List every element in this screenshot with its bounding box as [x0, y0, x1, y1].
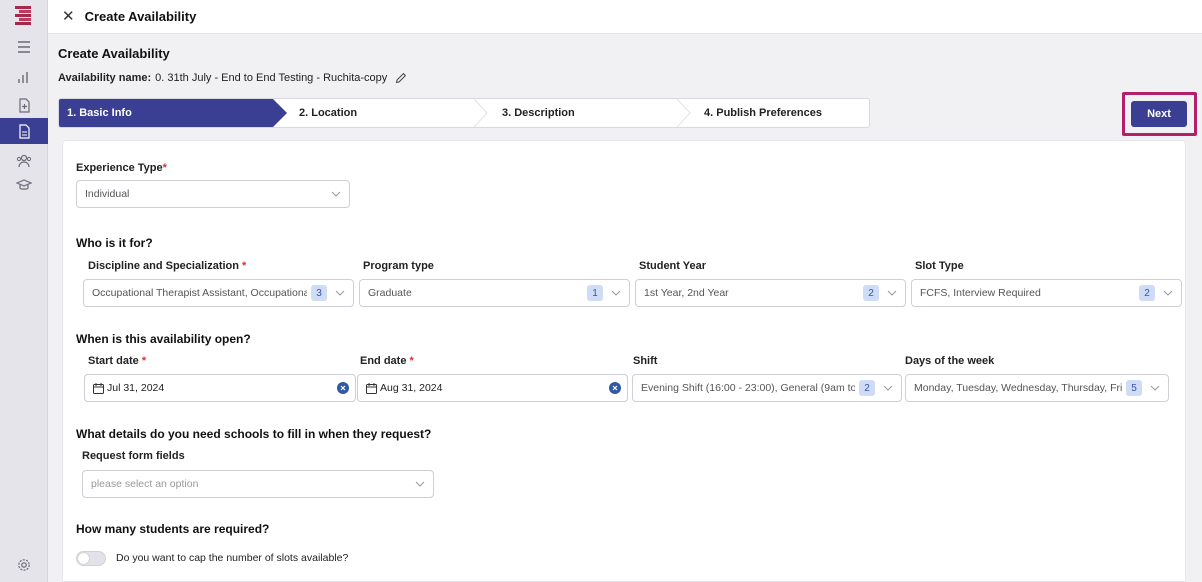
- document-icon[interactable]: [0, 118, 48, 144]
- details-section-title: What details do you need schools to fill…: [76, 427, 432, 441]
- next-button[interactable]: Next: [1131, 101, 1187, 127]
- chart-icon[interactable]: [14, 68, 34, 86]
- chevron-down-icon: [1161, 286, 1175, 300]
- page-title: Create Availability: [58, 46, 170, 61]
- shift-select[interactable]: Evening Shift (16:00 - 23:00), General (…: [632, 374, 902, 402]
- availability-name-value: 0. 31th July - End to End Testing - Ruch…: [155, 72, 388, 84]
- step-basic-info[interactable]: 1. Basic Info: [59, 99, 287, 127]
- count-badge: 3: [311, 285, 327, 301]
- document-plus-icon[interactable]: [14, 96, 34, 114]
- student-year-label: Student Year: [639, 260, 707, 272]
- chevron-down-icon: [609, 286, 623, 300]
- when-section-title: When is this availability open?: [76, 332, 251, 346]
- count-badge: 2: [863, 285, 879, 301]
- cap-slots-label: Do you want to cap the number of slots a…: [116, 552, 349, 564]
- settings-icon[interactable]: [14, 556, 34, 574]
- calendar-icon: [93, 382, 104, 394]
- students-section-title: How many students are required?: [76, 522, 270, 536]
- slot-type-label: Slot Type: [915, 260, 964, 272]
- count-badge: 5: [1126, 380, 1142, 396]
- step-description[interactable]: 3. Description: [502, 99, 692, 127]
- start-date-input[interactable]: Jul 31, 2024: [84, 374, 356, 402]
- window-title: Create Availability: [84, 9, 197, 24]
- clear-icon[interactable]: [609, 382, 621, 394]
- calendar-icon: [366, 382, 377, 394]
- request-fields-label: Request form fields: [82, 450, 185, 462]
- discipline-select[interactable]: Occupational Therapist Assistant, Occupa…: [83, 279, 354, 307]
- slot-type-select[interactable]: FCFS, Interview Required 2: [911, 279, 1182, 307]
- stepper: 1. Basic Info 2. Location 3. Description…: [58, 98, 870, 128]
- step-publish-preferences[interactable]: 4. Publish Preferences: [704, 99, 864, 127]
- form-card: Experience Type* Individual Who is it fo…: [62, 140, 1186, 582]
- chevron-down-icon: [885, 286, 899, 300]
- count-badge: 1: [587, 285, 603, 301]
- student-year-select[interactable]: 1st Year, 2nd Year 2: [635, 279, 906, 307]
- end-date-input[interactable]: Aug 31, 2024: [357, 374, 628, 402]
- request-fields-select[interactable]: please select an option: [82, 470, 434, 498]
- pencil-icon[interactable]: [395, 72, 407, 84]
- chevron-down-icon: [881, 381, 895, 395]
- toggle-knob: [78, 553, 89, 564]
- program-type-select[interactable]: Graduate 1: [359, 279, 630, 307]
- program-type-label: Program type: [363, 260, 434, 272]
- left-rail: [0, 0, 48, 582]
- chevron-down-icon: [1148, 381, 1162, 395]
- availability-name: Availability name: 0. 31th July - End to…: [58, 72, 407, 84]
- days-of-week-select[interactable]: Monday, Tuesday, Wednesday, Thursday, Fr…: [905, 374, 1169, 402]
- graduation-cap-icon[interactable]: [14, 176, 34, 194]
- chevron-down-icon: [333, 286, 347, 300]
- chevron-down-icon: [329, 187, 343, 201]
- experience-type-label: Experience Type*: [76, 162, 167, 174]
- users-icon[interactable]: [14, 152, 34, 170]
- days-of-week-label: Days of the week: [905, 355, 995, 367]
- shift-label: Shift: [633, 355, 658, 367]
- count-badge: 2: [859, 380, 875, 396]
- close-icon[interactable]: ✕: [62, 9, 75, 24]
- step-location[interactable]: 2. Location: [299, 99, 489, 127]
- cap-slots-toggle[interactable]: [76, 551, 106, 566]
- discipline-label: Discipline and Specialization *: [88, 260, 247, 272]
- experience-type-select[interactable]: Individual: [76, 180, 350, 208]
- count-badge: 2: [1139, 285, 1155, 301]
- start-date-label: Start date *: [88, 355, 147, 367]
- availability-name-label: Availability name:: [58, 72, 152, 84]
- menu-icon[interactable]: [14, 38, 34, 56]
- who-section-title: Who is it for?: [76, 236, 153, 250]
- top-bar: ✕ Create Availability: [48, 0, 1202, 34]
- chevron-down-icon: [413, 477, 427, 491]
- clear-icon[interactable]: [337, 382, 349, 394]
- end-date-label: End date *: [360, 355, 414, 367]
- app-logo-icon[interactable]: [13, 5, 33, 27]
